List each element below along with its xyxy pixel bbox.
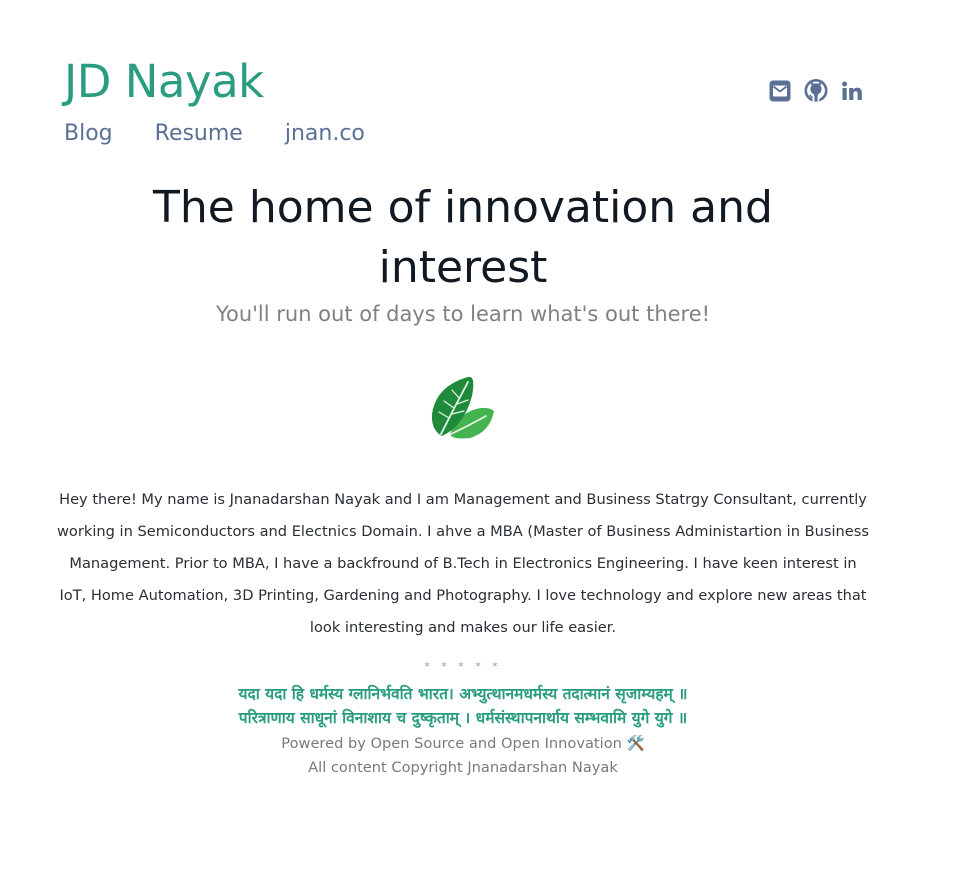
site-title[interactable]: JD Nayak (64, 52, 264, 112)
nav-link-resume[interactable]: Resume (155, 118, 243, 150)
email-link[interactable] (768, 78, 792, 104)
hero-subtitle: You'll run out of days to learn what's o… (215, 302, 711, 326)
shloka: यदा यदा हि धर्मस्य ग्लानिर्भवति भारत। अभ… (0, 682, 926, 730)
main-nav: Blog Resume jnan.co (64, 118, 365, 150)
github-link[interactable] (804, 78, 828, 104)
mint-leaf-icon (431, 376, 494, 439)
github-icon (804, 79, 828, 102)
linkedin-icon (842, 81, 862, 100)
copyright-text: All content Copyright Jnanadarshan Nayak (308, 759, 618, 776)
nav-link-jnan[interactable]: jnan.co (285, 118, 365, 150)
section-divider: * * * * * (424, 660, 502, 673)
social-links (768, 78, 864, 104)
envelope-icon (769, 80, 791, 102)
nav-link-blog[interactable]: Blog (64, 118, 113, 150)
bio-paragraph: Hey there! My name is Jnanadarshan Nayak… (57, 491, 869, 636)
linkedin-link[interactable] (840, 78, 864, 104)
hero-title: The home of innovation and interest (153, 182, 773, 293)
powered-by-text: Powered by Open Source and Open Innovati… (281, 735, 645, 752)
shloka-line-2: परित्राणाय साधूनां विनाशाय च दुष्कृताम् … (238, 709, 688, 727)
shloka-line-1: यदा यदा हि धर्मस्य ग्लानिर्भवति भारत। अभ… (238, 685, 688, 703)
site-header: JD Nayak Blog Resume jnan.co (64, 52, 864, 152)
